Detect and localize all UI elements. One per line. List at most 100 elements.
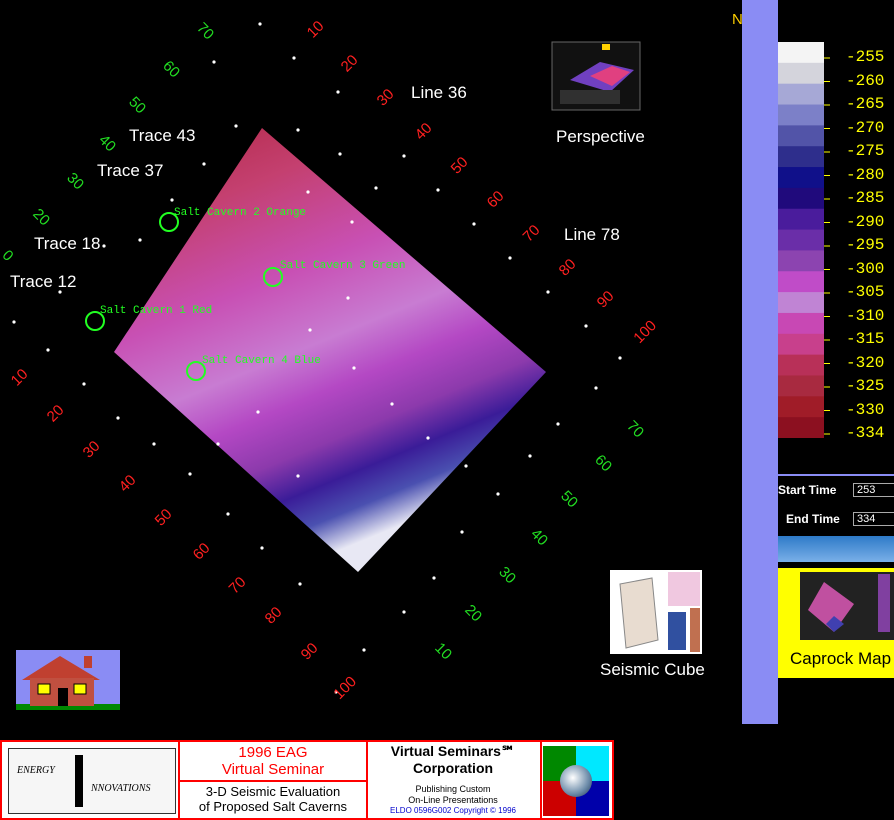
- eag-title: 1996 EAG: [238, 744, 308, 761]
- grid-dot: [202, 162, 206, 166]
- trace-tick-bottom-30: 30: [495, 563, 519, 587]
- trace-tick-bottom-50: 50: [557, 487, 581, 511]
- grid-dot: [432, 576, 436, 580]
- grid-dot: [618, 356, 622, 360]
- grid-dot: [508, 256, 512, 260]
- compass-icon[interactable]: N: [732, 11, 742, 28]
- legend-band: [778, 292, 824, 314]
- grid-dot: [256, 410, 260, 414]
- trace-43-label: Trace 43: [129, 126, 196, 145]
- energy-innovations-logo[interactable]: ENERGY NNOVATIONS: [8, 748, 176, 814]
- start-time-input[interactable]: 253: [853, 483, 894, 497]
- perspective-label[interactable]: Perspective: [556, 127, 645, 147]
- legend-band: [778, 62, 824, 85]
- legend-label: -330: [846, 400, 885, 419]
- legend-band: [778, 187, 824, 210]
- legend-label: -300: [846, 259, 885, 278]
- grid-dot: [338, 152, 342, 156]
- legend-label: -325: [846, 377, 885, 395]
- trace-18-label: Trace 18: [34, 234, 101, 253]
- grid-dot: [352, 366, 356, 370]
- end-time-input[interactable]: 334: [853, 512, 894, 526]
- grid-dot: [546, 290, 550, 294]
- legend-label: -310: [846, 306, 885, 325]
- line-tick-top-30: 30: [374, 86, 398, 110]
- caprock-map-thumbnail[interactable]: Caprock Map: [778, 568, 894, 678]
- seismic-map-panel[interactable]: Salt Cavern 2 Orange Salt Cavern 3 Green…: [0, 0, 742, 724]
- line-tick-bottom-40: 40: [116, 472, 140, 496]
- trace-tick-bottom-60: 60: [591, 451, 615, 475]
- trace-tick-top-70: 70: [193, 19, 217, 43]
- legend-band: [778, 250, 824, 272]
- grid-dot: [234, 124, 238, 128]
- grid-dot: [116, 416, 120, 420]
- grid-dot: [426, 436, 430, 440]
- trace-tick-bottom-40: 40: [527, 525, 551, 549]
- seismic-cube-label[interactable]: Seismic Cube: [600, 660, 705, 680]
- line-tick-top-60: 60: [484, 188, 508, 212]
- line-tick-top-70: 70: [520, 222, 544, 246]
- grid-dot: [402, 610, 406, 614]
- line-tick-top-90: 90: [594, 288, 618, 312]
- grid-dot: [464, 464, 468, 468]
- line-36-label: Line 36: [411, 83, 467, 102]
- grid-dot: [258, 22, 262, 26]
- legend-band: [778, 354, 824, 376]
- grid-dot: [556, 422, 560, 426]
- caprock-map-label: Caprock Map: [790, 649, 892, 668]
- perspective-thumbnail[interactable]: [551, 41, 641, 111]
- trace-tick-top-0: 0: [0, 247, 17, 265]
- trace-12-label: Trace 12: [10, 272, 77, 291]
- legend-label: -260: [846, 71, 885, 90]
- grid-dot: [12, 320, 16, 324]
- grid-dot: [212, 60, 216, 64]
- grid-dot: [260, 546, 264, 550]
- legend-label: -270: [846, 118, 885, 137]
- trace-tick-bottom-20: 20: [461, 601, 485, 625]
- grid-dot: [374, 186, 378, 190]
- salt-surface-map[interactable]: [114, 128, 546, 572]
- seismic-cube-thumbnail[interactable]: [610, 570, 702, 654]
- legend-label: -320: [846, 353, 885, 372]
- line-tick-bottom-50: 50: [152, 506, 176, 530]
- globe-logo-icon[interactable]: [543, 746, 609, 816]
- grid-dot: [170, 198, 174, 202]
- trace-tick-top-60: 60: [159, 57, 183, 81]
- trace-tick-bottom-70: 70: [623, 417, 647, 441]
- legend-band: [778, 104, 824, 126]
- seminar-title-line2: of Proposed Salt Caverns: [198, 799, 348, 814]
- cavern-1-label: Salt Cavern 1 Red: [100, 305, 212, 317]
- grid-dot: [472, 222, 476, 226]
- legend-band: [778, 375, 824, 397]
- legend-band: [778, 83, 824, 106]
- grid-dot: [306, 190, 310, 194]
- legend-label: -255: [846, 48, 885, 66]
- seismic-map[interactable]: Salt Cavern 2 Orange Salt Cavern 3 Green…: [0, 0, 742, 724]
- legend-band: [778, 333, 824, 356]
- grid-dot: [152, 442, 156, 446]
- line-tick-bottom-80: 80: [262, 604, 286, 628]
- line-tick-bottom-90: 90: [298, 640, 322, 664]
- grid-dot: [102, 244, 106, 248]
- apply-bar-button[interactable]: [778, 536, 894, 562]
- footer-banner: ENERGY NNOVATIONS 1996 EAG Virtual Semin…: [0, 740, 614, 820]
- legend-band: [778, 125, 824, 147]
- seminar-title-line1: 3-D Seismic Evaluation: [205, 784, 341, 799]
- legend-label: -275: [846, 142, 885, 160]
- corp-name-line1: Virtual Seminars℠: [390, 743, 516, 759]
- home-icon[interactable]: [16, 650, 120, 710]
- legend-label: -285: [846, 189, 885, 207]
- trace-tick-top-30: 30: [63, 169, 87, 193]
- grid-dot: [308, 328, 312, 332]
- grid-dot: [460, 530, 464, 534]
- trace-tick-top-50: 50: [125, 93, 149, 117]
- legend-label: -334: [846, 424, 885, 442]
- grid-dot: [390, 402, 394, 406]
- legend-band: [778, 229, 824, 251]
- trace-tick-top-20: 20: [29, 205, 53, 229]
- tower-icon: [75, 755, 83, 807]
- line-tick-top-40: 40: [412, 120, 436, 144]
- grid-dot: [594, 386, 598, 390]
- grid-dot: [298, 582, 302, 586]
- grid-dot: [138, 238, 142, 242]
